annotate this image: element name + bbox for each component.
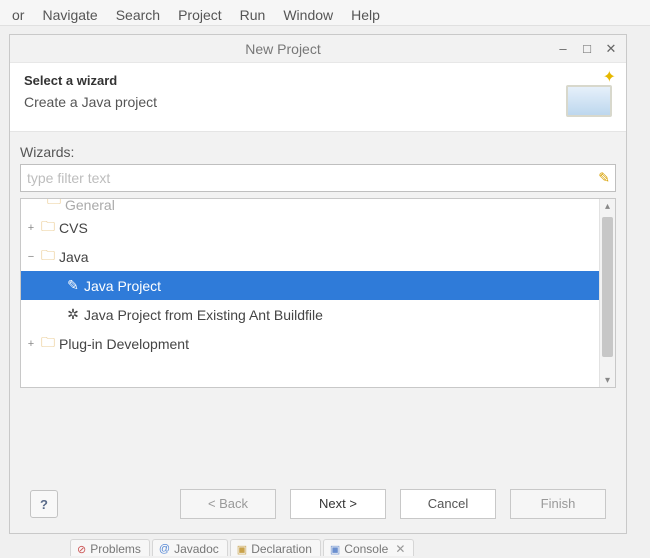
dialog-title: New Project bbox=[10, 41, 556, 57]
wizard-filter-input[interactable] bbox=[20, 164, 616, 192]
menu-item-navigate[interactable]: Navigate bbox=[34, 5, 105, 25]
close-icon[interactable]: ✕ bbox=[604, 42, 618, 56]
tree-item-cvs[interactable]: + 🗀 CVS bbox=[21, 213, 599, 242]
tab-close-icon[interactable]: ✕ bbox=[395, 542, 405, 556]
banner-title: Select a wizard bbox=[24, 73, 554, 88]
cancel-button[interactable]: Cancel bbox=[400, 489, 496, 519]
main-menubar: or Navigate Search Project Run Window He… bbox=[0, 0, 650, 26]
tab-label: Problems bbox=[90, 542, 141, 556]
menu-item-partial[interactable]: or bbox=[4, 5, 32, 25]
tree-item-java-project[interactable]: ✎ Java Project bbox=[21, 271, 599, 300]
folder-icon: 🗀 bbox=[47, 199, 61, 213]
scroll-down-icon[interactable]: ▾ bbox=[600, 373, 615, 387]
console-icon: ▣ bbox=[330, 543, 340, 556]
tree-item-general[interactable]: 🗀 General bbox=[21, 199, 599, 213]
tree-item-label: Plug-in Development bbox=[59, 336, 189, 352]
new-project-dialog: New Project – □ ✕ Select a wizard Create… bbox=[9, 34, 627, 534]
dialog-titlebar: New Project – □ ✕ bbox=[10, 35, 626, 63]
tab-javadoc[interactable]: @ Javadoc bbox=[152, 539, 228, 556]
tree-item-label: Java Project bbox=[84, 278, 161, 294]
scroll-thumb[interactable] bbox=[602, 217, 613, 357]
javadoc-icon: @ bbox=[159, 543, 170, 555]
wizards-label: Wizards: bbox=[20, 144, 616, 160]
clear-filter-icon[interactable]: ✎ bbox=[598, 170, 610, 187]
tab-label: Declaration bbox=[251, 542, 312, 556]
help-button[interactable]: ? bbox=[30, 490, 58, 518]
bottom-view-tabs: ⊘ Problems @ Javadoc ▣ Declaration ▣ Con… bbox=[70, 539, 414, 556]
dialog-banner: Select a wizard Create a Java project ✦ bbox=[10, 63, 626, 132]
declaration-icon: ▣ bbox=[237, 543, 247, 556]
tree-item-java-ant[interactable]: ✲ Java Project from Existing Ant Buildfi… bbox=[21, 300, 599, 329]
menu-item-search[interactable]: Search bbox=[108, 5, 168, 25]
scroll-up-icon[interactable]: ▴ bbox=[600, 199, 615, 213]
finish-button: Finish bbox=[510, 489, 606, 519]
wizard-banner-icon: ✦ bbox=[554, 73, 612, 117]
tree-item-label: CVS bbox=[59, 220, 88, 236]
folder-icon: 🗀 bbox=[41, 216, 55, 240]
back-button: < Back bbox=[180, 489, 276, 519]
expand-icon[interactable]: + bbox=[25, 338, 37, 350]
menu-item-help[interactable]: Help bbox=[343, 5, 388, 25]
tree-item-label: General bbox=[65, 199, 115, 213]
tab-label: Console bbox=[344, 542, 388, 556]
tree-item-java[interactable]: − 🗀 Java bbox=[21, 242, 599, 271]
menu-item-run[interactable]: Run bbox=[232, 5, 274, 25]
tree-item-label: Java bbox=[59, 249, 89, 265]
banner-description: Create a Java project bbox=[24, 94, 554, 110]
tab-console[interactable]: ▣ Console ✕ bbox=[323, 539, 415, 556]
expand-icon[interactable]: + bbox=[25, 222, 37, 234]
tree-scrollbar[interactable]: ▴ ▾ bbox=[599, 199, 615, 387]
tree-item-plugin-dev[interactable]: + 🗀 Plug-in Development bbox=[21, 329, 599, 358]
java-project-icon: ✎ bbox=[65, 277, 81, 294]
maximize-icon[interactable]: □ bbox=[580, 42, 594, 56]
tree-item-label: Java Project from Existing Ant Buildfile bbox=[84, 307, 323, 323]
minimize-icon[interactable]: – bbox=[556, 42, 570, 56]
folder-icon: 🗀 bbox=[41, 245, 55, 269]
folder-icon: 🗀 bbox=[41, 332, 55, 356]
problems-icon: ⊘ bbox=[77, 543, 86, 556]
menu-item-project[interactable]: Project bbox=[170, 5, 230, 25]
tab-label: Javadoc bbox=[174, 542, 219, 556]
tab-declaration[interactable]: ▣ Declaration bbox=[230, 539, 321, 556]
tab-problems[interactable]: ⊘ Problems bbox=[70, 539, 150, 556]
next-button[interactable]: Next > bbox=[290, 489, 386, 519]
menu-item-window[interactable]: Window bbox=[275, 5, 341, 25]
collapse-icon[interactable]: − bbox=[25, 251, 37, 263]
ant-icon: ✲ bbox=[65, 306, 81, 323]
wizard-tree: 🗀 General + 🗀 CVS − 🗀 Java ✎ Java Projec… bbox=[20, 198, 616, 388]
